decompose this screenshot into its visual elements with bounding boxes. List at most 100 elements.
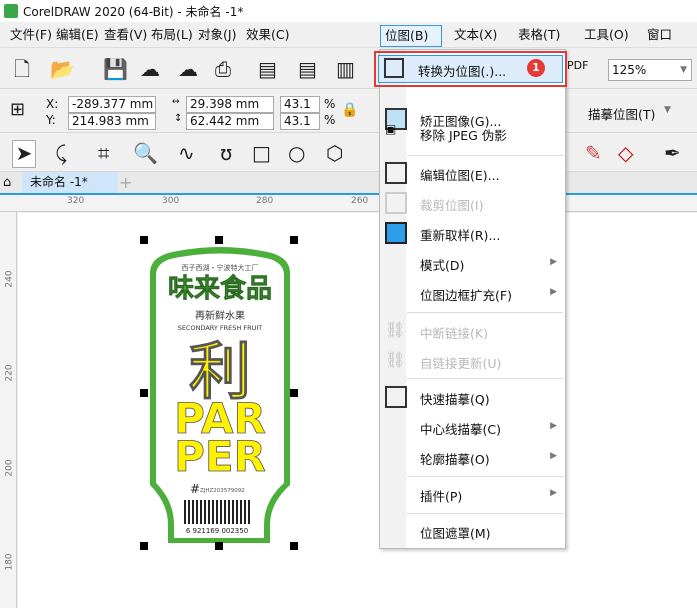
selection-handle[interactable] xyxy=(140,236,148,244)
menu-item-edit-bitmap[interactable]: 编辑位图(E)... xyxy=(380,159,565,187)
menu-item-label: 快速描摹(Q) xyxy=(420,392,490,407)
menu-layout[interactable]: 布局(L) xyxy=(147,25,197,47)
menu-bitmaps[interactable]: 位图(B) xyxy=(380,25,442,47)
selection-handle[interactable] xyxy=(290,389,298,397)
percent-label: % xyxy=(324,113,336,127)
artistic-media-icon[interactable]: ʊ xyxy=(220,141,232,165)
standard-toolbar: 🗋 📂 💾 ☁ ☁ ⎙ ▤ ▤ ▥ PDF 125% ▼ xyxy=(0,49,697,89)
step-badge: 1 xyxy=(527,59,545,77)
menu-item-quick-trace[interactable]: 快速描摹(Q) xyxy=(380,383,565,411)
pick-tool-icon[interactable]: ➤ xyxy=(12,140,36,168)
menu-item-label: 位图遮罩(M) xyxy=(420,526,491,541)
print-icon[interactable]: ⎙ xyxy=(215,57,231,81)
remove-jpeg-artifacts-icon: ▣ xyxy=(385,122,397,136)
scale-x-input[interactable]: 43.1 xyxy=(280,96,320,113)
percent-label: % xyxy=(324,97,336,111)
menu-item-crop-bitmap[interactable]: 裁剪位图(I) xyxy=(380,189,565,217)
menu-item-centerline-trace[interactable]: 中心线描摹(C) ▶ xyxy=(380,413,565,441)
menu-item-label: 轮廓描摹(O) xyxy=(420,452,490,467)
shape-tool-icon[interactable]: ⤹ xyxy=(55,141,67,165)
cloud-upload-icon[interactable]: ☁ xyxy=(178,57,198,81)
zoom-value: 125% xyxy=(612,63,647,77)
menu-item-bitmap-mask[interactable]: 位图遮罩(M) xyxy=(380,517,565,545)
menu-item-remove-jpeg-artifacts[interactable]: ▣ 移除 JPEG 伪影 xyxy=(380,119,565,147)
reference-point-icon[interactable]: ⊞ xyxy=(10,98,25,122)
home-icon[interactable]: ⌂ xyxy=(3,175,11,190)
ellipse-tool-icon[interactable]: ○ xyxy=(288,141,305,165)
menu-item-label: 中断链接(K) xyxy=(420,326,488,341)
menu-view[interactable]: 查看(V) xyxy=(100,25,151,47)
menu-effects[interactable]: 效果(C) xyxy=(242,25,293,47)
submenu-arrow-icon: ▶ xyxy=(550,257,557,267)
zoom-level-select[interactable]: 125% ▼ xyxy=(608,59,692,81)
eyedropper-tool-icon[interactable]: ✎ xyxy=(585,141,602,165)
ruler-label: 260 xyxy=(351,196,369,206)
crop-tool-icon[interactable]: ⌗ xyxy=(98,141,109,165)
x-position-input[interactable]: -289.377 mm xyxy=(68,96,156,113)
menu-item-label: 中心线描摹(C) xyxy=(420,422,501,437)
menu-window[interactable]: 窗口(W) xyxy=(643,25,697,62)
menu-text[interactable]: 文本(X) xyxy=(450,25,501,47)
drawing-canvas[interactable] xyxy=(18,213,697,608)
menu-separator xyxy=(407,513,563,514)
ruler-label: 300 xyxy=(162,196,180,206)
menu-item-bitmap-color-mask-expand[interactable]: 位图边框扩充(F) ▶ xyxy=(380,279,565,307)
new-document-icon[interactable]: 🗋 xyxy=(14,57,30,81)
menu-object[interactable]: 对象(J) xyxy=(194,25,240,47)
width-input[interactable]: 29.398 mm xyxy=(186,96,274,113)
height-input[interactable]: 62.442 mm xyxy=(186,113,274,130)
trace-bitmap-button[interactable]: 描摹位图(T) xyxy=(588,104,655,123)
menu-tools[interactable]: 工具(O) xyxy=(580,25,633,47)
menu-item-update-from-link[interactable]: ⛓ 自链接更新(U) xyxy=(380,347,565,375)
property-bar: ⊞ X: Y: -289.377 mm 214.983 mm ↔ ↕ 29.39… xyxy=(0,90,697,133)
open-folder-icon[interactable]: 📂 xyxy=(50,57,75,81)
clipboard-icon[interactable]: ▥ xyxy=(336,57,355,81)
import-icon[interactable]: ▤ xyxy=(258,57,277,81)
selection-handle[interactable] xyxy=(140,542,148,550)
cloud-download-icon[interactable]: ☁ xyxy=(140,57,160,81)
vertical-ruler[interactable]: 240 220 200 180 xyxy=(0,212,17,608)
height-icon: ↕ xyxy=(174,113,183,124)
publish-pdf-button[interactable]: PDF xyxy=(567,59,588,72)
export-icon[interactable]: ▤ xyxy=(298,57,317,81)
ruler-label: 320 xyxy=(67,196,85,206)
menu-item-plugins[interactable]: 插件(P) ▶ xyxy=(380,480,565,508)
submenu-arrow-icon: ▶ xyxy=(550,287,557,297)
menu-item-mode[interactable]: 模式(D) ▶ xyxy=(380,249,565,277)
interactive-fill-icon[interactable]: ◇ xyxy=(618,141,633,165)
tab-untitled-1[interactable]: 未命名 -1* xyxy=(22,172,118,193)
menu-file[interactable]: 文件(F) xyxy=(6,25,56,47)
rectangle-tool-icon[interactable]: □ xyxy=(252,141,271,165)
lock-ratio-icon[interactable]: 🔒 xyxy=(341,98,358,122)
menu-item-resample[interactable]: 重新取样(R)... xyxy=(380,219,565,247)
pen-nib-icon[interactable]: ✒ xyxy=(664,141,681,165)
save-icon[interactable]: 💾 xyxy=(103,57,128,81)
menu-item-break-link[interactable]: ⛓ 中断链接(K) xyxy=(380,317,565,345)
chevron-down-icon[interactable]: ▼ xyxy=(664,105,671,115)
edit-bitmap-icon xyxy=(385,162,407,184)
label-artwork[interactable]: 西子西湖・宁波特大工厂 味来食品 再新鲜水果 SECONDARY FRESH F… xyxy=(148,245,292,545)
selection-handle[interactable] xyxy=(290,542,298,550)
menu-item-outline-trace[interactable]: 轮廓描摹(O) ▶ xyxy=(380,443,565,471)
freehand-tool-icon[interactable]: ∿ xyxy=(178,141,195,165)
selection-handle[interactable] xyxy=(215,542,223,550)
y-position-input[interactable]: 214.983 mm xyxy=(68,113,156,130)
ruler-label: 240 xyxy=(4,270,15,288)
menu-edit[interactable]: 编辑(E) xyxy=(52,25,103,47)
selection-handle[interactable] xyxy=(290,236,298,244)
selection-handle[interactable] xyxy=(140,389,148,397)
menu-table[interactable]: 表格(T) xyxy=(514,25,564,47)
add-tab-icon[interactable]: + xyxy=(119,173,132,192)
label-top-text: 西子西湖・宁波特大工厂 xyxy=(182,263,259,272)
label-en-text: SECONDARY FRESH FRUIT xyxy=(178,324,263,332)
scale-y-input[interactable]: 43.1 xyxy=(280,113,320,130)
break-link-icon: ⛓ xyxy=(385,320,406,339)
ruler-label: 220 xyxy=(4,364,15,382)
zoom-tool-icon[interactable]: 🔍 xyxy=(133,141,158,165)
polygon-tool-icon[interactable]: ⬡ xyxy=(326,141,343,165)
convert-to-bitmap-icon xyxy=(384,58,404,78)
horizontal-ruler[interactable]: 320 300 280 260 xyxy=(0,195,697,212)
menu-item-label: 裁剪位图(I) xyxy=(420,198,484,213)
selection-handle[interactable] xyxy=(215,236,223,244)
menu-item-label: 转换为位图(.)... xyxy=(418,64,507,79)
